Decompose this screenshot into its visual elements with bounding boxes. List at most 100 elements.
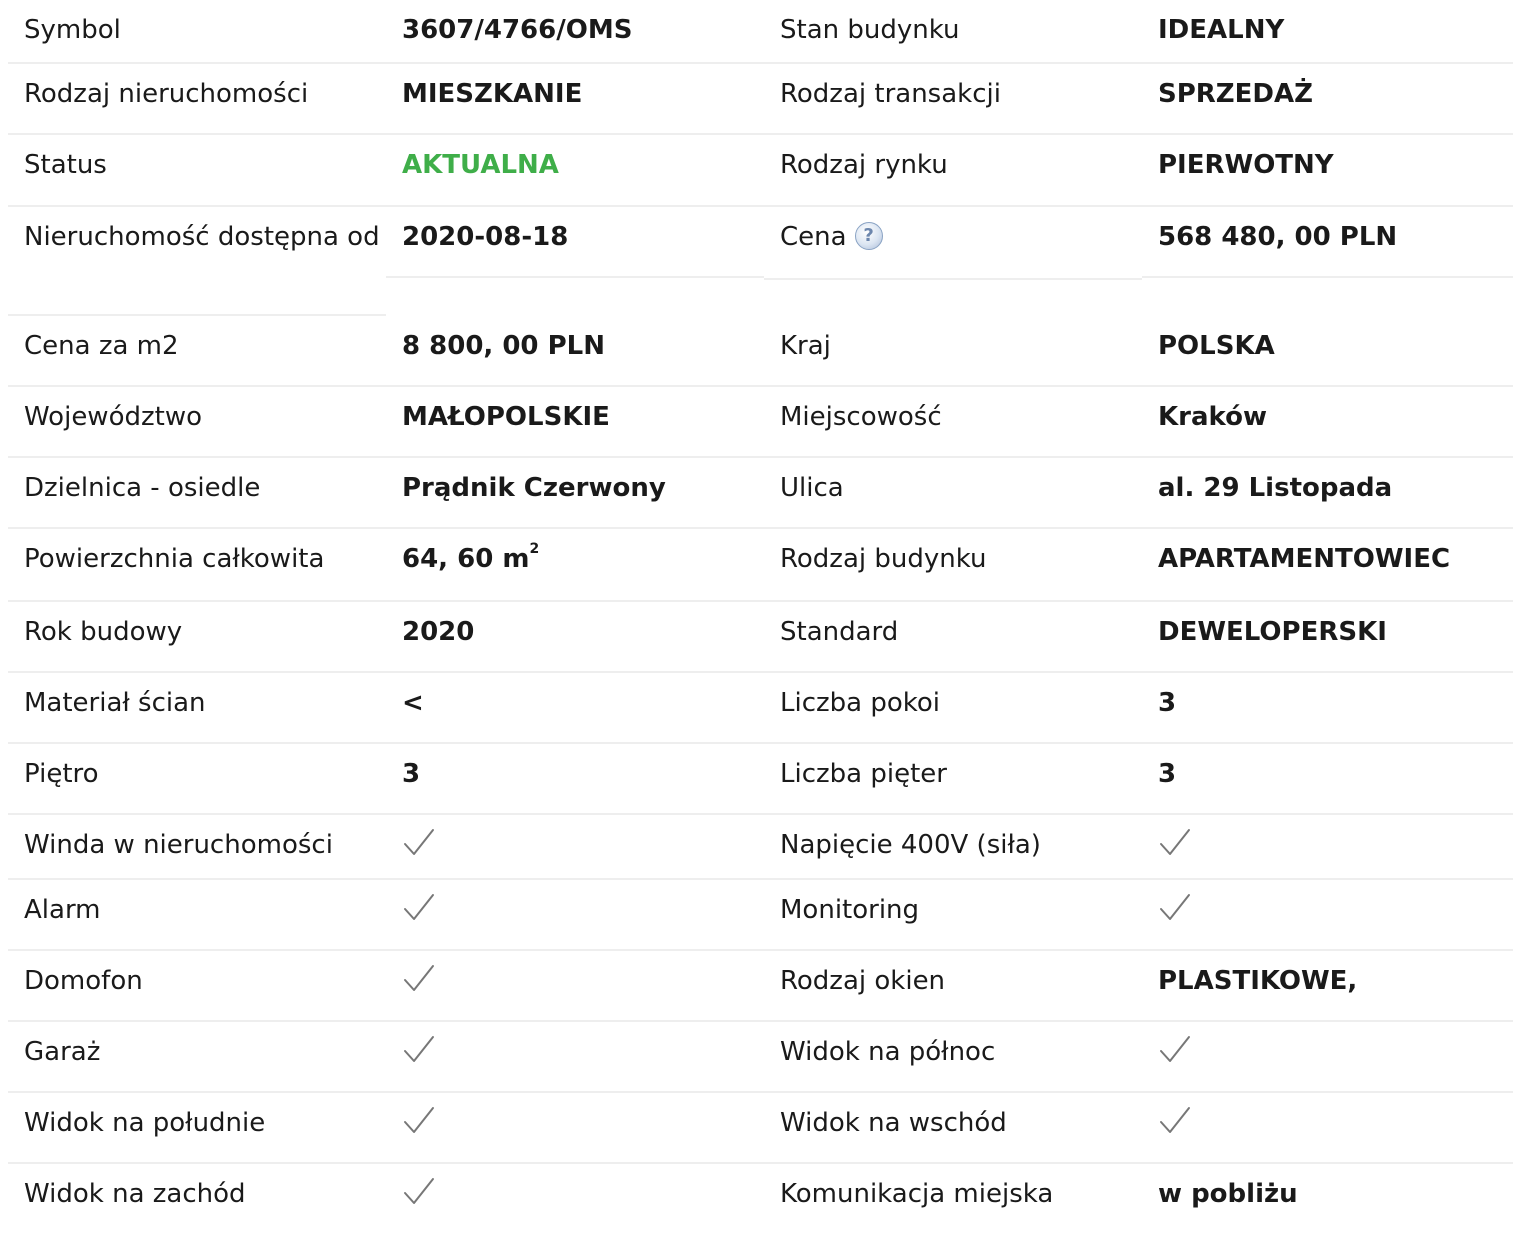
property-value: 3607/4766/OMS: [402, 15, 633, 45]
property-label: Komunikacja miejska: [780, 1179, 1054, 1209]
label-cell-r10-c0: Piętro: [8, 744, 386, 815]
label-cell-r14-c2: Widok na północ: [764, 1022, 1142, 1093]
property-value: w pobliżu: [1158, 1179, 1298, 1209]
property-value: 8 800, 00 PLN: [402, 331, 605, 361]
property-details-table: Symbol Rodzaj nieruchomości Status Nierucho…: [8, 0, 1513, 1234]
label-cell-r13-c2: Rodzaj okien: [764, 951, 1142, 1022]
value-cell-r1-c1: MIESZKANIE: [386, 64, 764, 135]
property-value: 3: [1158, 688, 1177, 718]
help-question-icon[interactable]: ?: [854, 222, 883, 250]
property-value: 568 480, 00 PLN: [1158, 222, 1398, 252]
value-cell-r15-c1: [386, 1093, 764, 1164]
property-label: Rodzaj rynku: [780, 150, 948, 180]
property-value: DEWELOPERSKI: [1158, 617, 1387, 647]
value-cell-r14-c3: [1142, 1022, 1513, 1093]
value-cell-r4-c1: 8 800, 00 PLN: [386, 316, 764, 387]
value-cell-r0-c1: 3607/4766/OMS: [386, 0, 764, 64]
property-label: Ulica: [780, 473, 844, 503]
checkmark-icon: [404, 1107, 434, 1133]
value-cell-r5-c1: MAŁOPOLSKIE: [386, 387, 764, 458]
label-cell-r15-c0: Widok na południe: [8, 1093, 386, 1164]
label-cell-r12-c0: Alarm: [8, 880, 386, 951]
checkmark-icon: [404, 1178, 434, 1204]
property-label: Napięcie 400V (siła): [780, 830, 1041, 860]
value-cell-r4-c3: POLSKA: [1142, 316, 1513, 387]
label-cell-r2-c0: Status: [8, 135, 386, 207]
property-label: Standard: [780, 617, 899, 647]
label-cell-r3-c2: Cena?: [764, 207, 1142, 280]
label-cell-r8-c0: Rok budowy: [8, 602, 386, 673]
property-label: Województwo: [24, 402, 203, 432]
label-cell-r0-c2: Stan budynku: [764, 0, 1142, 64]
property-value: 2020: [402, 617, 475, 647]
property-value: al. 29 Listopada: [1158, 473, 1393, 503]
property-value: 64, 60 m: [402, 544, 530, 574]
property-label: Rodzaj okien: [780, 966, 946, 996]
label-cell-r5-c2: Miejscowość: [764, 387, 1142, 458]
label-cell-r0-c0: Symbol: [8, 0, 386, 64]
property-label: Monitoring: [780, 895, 920, 925]
property-label: Piętro: [24, 759, 99, 789]
property-value: APARTAMENTOWIEC: [1158, 544, 1451, 574]
value-cell-r13-c3: PLASTIKOWE,: [1142, 951, 1513, 1022]
value-cell-r5-c3: Kraków: [1142, 387, 1513, 458]
checkmark-icon: [1160, 894, 1190, 920]
property-label: Status: [24, 150, 107, 180]
property-label: Powierzchnia całkowita: [24, 544, 325, 574]
value-cell-r11-c3: [1142, 815, 1513, 880]
value-cell-r12-c1: [386, 880, 764, 951]
label-cell-r13-c0: Domofon: [8, 951, 386, 1022]
property-label: Widok na zachód: [24, 1179, 246, 1209]
checkmark-icon: [404, 965, 434, 991]
property-label: Widok na południe: [24, 1108, 266, 1138]
property-value: MAŁOPOLSKIE: [402, 402, 610, 432]
label-cell-r8-c2: Standard: [764, 602, 1142, 673]
property-value: PIERWOTNY: [1158, 150, 1334, 180]
property-label: Rodzaj budynku: [780, 544, 987, 574]
property-label: Widok na północ: [780, 1037, 996, 1067]
value-cell-r8-c3: DEWELOPERSKI: [1142, 602, 1513, 673]
property-label: Cena: [780, 222, 847, 252]
value-cell-r15-c3: [1142, 1093, 1513, 1164]
label-cell-r9-c0: Materiał ścian: [8, 673, 386, 744]
value-cell-r10-c1: 3: [386, 744, 764, 815]
property-value: <: [402, 688, 424, 718]
value-cell-r3-c3: 568 480, 00 PLN: [1142, 207, 1513, 278]
property-value: AKTUALNA: [402, 150, 559, 180]
property-label: Rodzaj nieruchomości: [24, 79, 309, 109]
property-value: PLASTIKOWE,: [1158, 966, 1358, 996]
value-cell-r16-c1: [386, 1164, 764, 1234]
value-cell-r7-c1: 64, 60 m2: [386, 529, 764, 602]
value-cell-r11-c1: [386, 815, 764, 880]
value-cell-r6-c1: Prądnik Czerwony: [386, 458, 764, 529]
property-label: Widok na wschód: [780, 1108, 1007, 1138]
label-cell-r4-c2: Kraj: [764, 316, 1142, 387]
value-cell-r9-c3: 3: [1142, 673, 1513, 744]
label-cell-r14-c0: Garaż: [8, 1022, 386, 1093]
property-label: Kraj: [780, 331, 831, 361]
property-label: Rok budowy: [24, 617, 183, 647]
value-cell-r0-c3: IDEALNY: [1142, 0, 1513, 64]
property-label: Liczba pięter: [780, 759, 947, 789]
label-cell-r11-c2: Napięcie 400V (siła): [764, 815, 1142, 880]
property-value: POLSKA: [1158, 331, 1275, 361]
label-cell-r15-c2: Widok na wschód: [764, 1093, 1142, 1164]
property-label: Dzielnica - osiedle: [24, 473, 261, 503]
label-cell-r16-c0: Widok na zachód: [8, 1164, 386, 1234]
property-value: 3: [1158, 759, 1177, 789]
property-value: SPRZEDAŻ: [1158, 79, 1313, 109]
label-cell-r16-c2: Komunikacja miejska: [764, 1164, 1142, 1234]
property-value: Kraków: [1158, 402, 1267, 432]
label-cell-r1-c0: Rodzaj nieruchomości: [8, 64, 386, 135]
value-cell-r12-c3: [1142, 880, 1513, 951]
property-label: Materiał ścian: [24, 688, 206, 718]
property-label: Liczba pokoi: [780, 688, 941, 718]
label-cell-r10-c2: Liczba pięter: [764, 744, 1142, 815]
unit-superscript: 2: [529, 541, 540, 558]
property-label: Cena za m2: [24, 331, 179, 361]
label-cell-r7-c0: Powierzchnia całkowita: [8, 529, 386, 602]
property-value: IDEALNY: [1158, 15, 1285, 45]
property-label: Alarm: [24, 895, 101, 925]
property-label: Symbol: [24, 15, 121, 45]
property-label: Stan budynku: [780, 15, 960, 45]
